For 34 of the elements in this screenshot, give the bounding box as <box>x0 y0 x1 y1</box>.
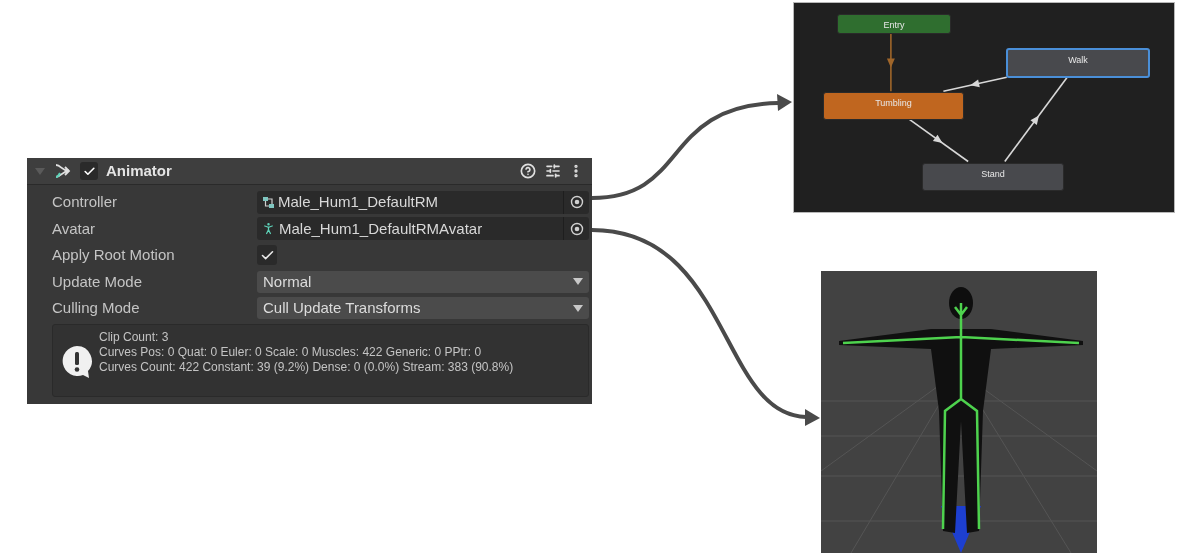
info-text: Curves Pos: 0 Quat: 0 Euler: 0 Scale: 0 Muscles: 422 Generic: 0 PPtr: 0 <box>99 344 483 360</box>
info-text: Clip Count: 3 <box>99 329 170 345</box>
object-field[interactable]: Male_Hum1_DefaultRMAvatar <box>257 217 589 241</box>
object-field[interactable]: Male_Hum1_DefaultRM <box>257 190 589 214</box>
component-title: Animator <box>106 160 172 181</box>
object-name: Male_Hum1_DefaultRM <box>278 192 440 212</box>
dropdown[interactable]: Normal <box>257 270 589 293</box>
state-node[interactable]: Stand <box>922 163 1064 191</box>
controller-icon <box>262 195 275 209</box>
target-picker-icon[interactable] <box>569 221 584 236</box>
dropdown[interactable]: Cull Update Transforms <box>257 297 589 320</box>
check-icon <box>82 164 96 178</box>
state-node[interactable]: Tumbling <box>823 92 964 120</box>
field-label: Controller <box>52 192 119 212</box>
target-picker-icon[interactable] <box>569 195 584 210</box>
field-label: Apply Root Motion <box>52 245 176 265</box>
field-label: Avatar <box>52 218 97 239</box>
enabled-checkbox[interactable] <box>80 162 98 180</box>
transition-arrow <box>886 32 895 92</box>
object-name: Male_Hum1_DefaultRMAvatar <box>279 218 484 239</box>
help-icon[interactable] <box>520 163 536 179</box>
avatar-icon <box>261 221 276 237</box>
checkbox[interactable] <box>257 245 277 266</box>
state-node[interactable]: Entry <box>837 14 951 34</box>
state-node[interactable]: Walk <box>1006 48 1150 78</box>
transition-arrow <box>907 118 969 163</box>
animator-icon <box>54 163 72 179</box>
caret-icon <box>573 304 583 312</box>
field-label: Update Mode <box>52 271 144 292</box>
info-icon <box>61 344 93 379</box>
caret-icon <box>573 278 583 286</box>
info-text: Curves Count: 422 Constant: 39 (9.2%) Dense: 0 (0.0%) Stream: 383 (90.8%) <box>99 359 514 375</box>
field-label: Culling Mode <box>52 298 141 318</box>
settings-icon[interactable] <box>545 163 561 179</box>
